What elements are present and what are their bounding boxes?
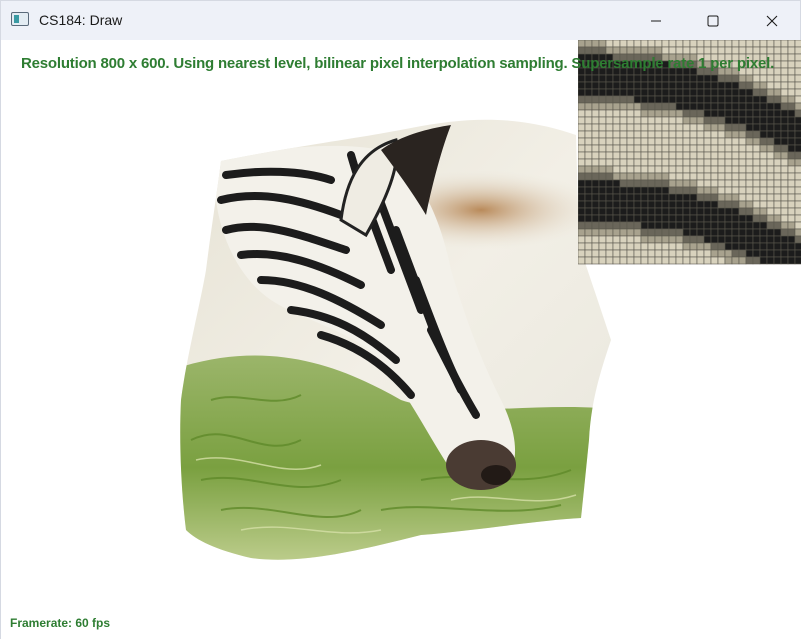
title-bar[interactable]: CS184: Draw (1, 1, 800, 40)
status-text: Resolution 800 x 600. Using nearest leve… (21, 55, 775, 72)
pixel-zoom-inset (578, 40, 801, 265)
draw-canvas[interactable]: Resolution 800 x 600. Using nearest leve… (1, 40, 801, 640)
app-icon (11, 12, 29, 26)
minimize-button[interactable] (633, 1, 679, 40)
close-icon (766, 15, 778, 26)
app-window: CS184: Draw Resolution 800 x 600. Using … (0, 0, 801, 640)
maximize-button[interactable] (690, 1, 736, 40)
maximize-icon (707, 15, 719, 26)
minimize-icon (651, 20, 661, 21)
window-title: CS184: Draw (39, 12, 123, 28)
close-button[interactable] (749, 1, 795, 40)
framerate-text: Framerate: 60 fps (10, 616, 111, 630)
